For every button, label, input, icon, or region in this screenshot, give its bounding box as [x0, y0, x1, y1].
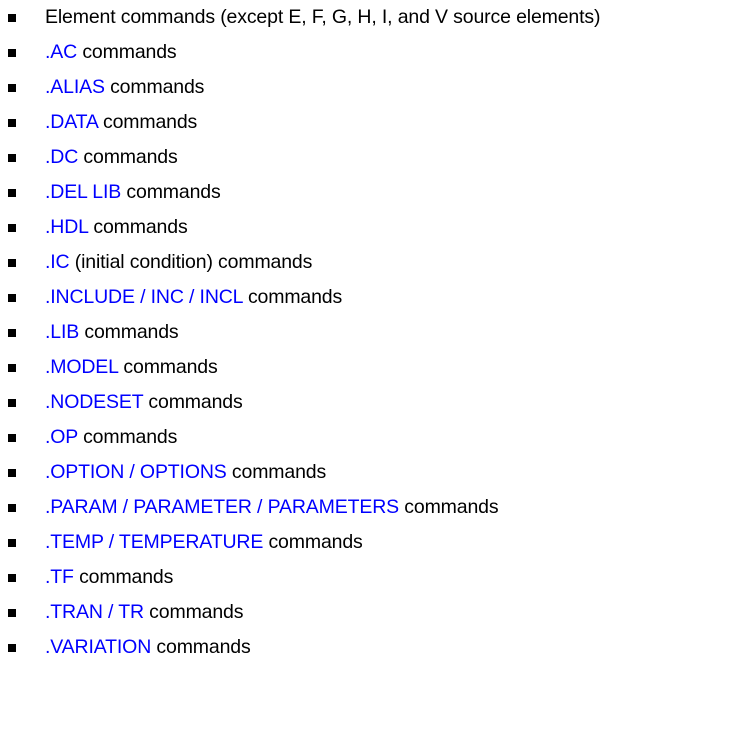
- command-name: .DATA: [45, 111, 98, 133]
- square-bullet-icon: [8, 468, 16, 477]
- command-description: commands: [263, 531, 363, 553]
- list-item-label: .OP commands: [45, 426, 177, 448]
- command-description: Element commands (except E, F, G, H, I, …: [45, 6, 601, 28]
- command-name: .DEL LIB: [45, 181, 122, 203]
- square-bullet-icon: [8, 538, 16, 547]
- list-item-label: .DATA commands: [45, 111, 197, 133]
- list-item-label: .DC commands: [45, 146, 178, 168]
- command-description: commands: [242, 286, 343, 308]
- list-item-9: .LIB commands: [0, 315, 732, 350]
- command-description: commands: [77, 41, 177, 63]
- command-list: Element commands (except E, F, G, H, I, …: [0, 0, 732, 665]
- square-bullet-icon: [8, 643, 16, 652]
- command-description: commands: [226, 461, 327, 483]
- command-description: commands: [399, 496, 499, 518]
- list-item-13: .OPTION / OPTIONS commands: [0, 455, 732, 490]
- command-description: commands: [78, 146, 178, 168]
- list-item-4: .DC commands: [0, 140, 732, 175]
- list-item-16: .TF commands: [0, 560, 732, 595]
- square-bullet-icon: [8, 153, 16, 162]
- list-item-5: .DEL LIB commands: [0, 175, 732, 210]
- command-name: .HDL: [45, 216, 89, 238]
- square-bullet-icon: [8, 188, 16, 197]
- list-item-label: .IC (initial condition) commands: [45, 251, 312, 273]
- list-item-8: .INCLUDE / INC / INCL commands: [0, 280, 732, 315]
- list-item-6: .HDL commands: [0, 210, 732, 245]
- list-item-18: .VARIATION commands: [0, 630, 732, 665]
- command-name: .IC: [45, 251, 70, 273]
- list-item-label: .LIB commands: [45, 321, 179, 343]
- command-name: .LIB: [45, 321, 80, 343]
- square-bullet-icon: [8, 83, 16, 92]
- list-item-label: .NODESET commands: [45, 391, 243, 413]
- list-item-label: .TRAN / TR commands: [45, 601, 243, 623]
- list-item-label: .PARAM / PARAMETER / PARAMETERS commands: [45, 496, 499, 518]
- list-item-2: .ALIAS commands: [0, 70, 732, 105]
- list-item-17: .TRAN / TR commands: [0, 595, 732, 630]
- command-name: .TEMP / TEMPERATURE: [45, 531, 264, 553]
- list-item-label: .INCLUDE / INC / INCL commands: [45, 286, 342, 308]
- list-item-label: .DEL LIB commands: [45, 181, 221, 203]
- command-description: commands: [88, 216, 188, 238]
- square-bullet-icon: [8, 118, 16, 127]
- square-bullet-icon: [8, 503, 16, 512]
- command-name: .PARAM / PARAMETER / PARAMETERS: [45, 496, 399, 518]
- list-item-label: .TF commands: [45, 566, 173, 588]
- command-description: commands: [79, 321, 179, 343]
- command-description: commands: [151, 636, 251, 658]
- command-description: commands: [77, 426, 178, 448]
- command-description: commands: [143, 391, 243, 413]
- command-description: commands: [118, 356, 218, 378]
- command-description: (initial condition) commands: [69, 251, 313, 273]
- command-name: .ALIAS: [45, 76, 105, 98]
- list-item-11: .NODESET commands: [0, 385, 732, 420]
- command-name: .TRAN / TR: [45, 601, 144, 623]
- list-item-15: .TEMP / TEMPERATURE commands: [0, 525, 732, 560]
- list-item-10: .MODEL commands: [0, 350, 732, 385]
- list-item-label: .VARIATION commands: [45, 636, 251, 658]
- square-bullet-icon: [8, 328, 16, 337]
- command-description: commands: [121, 181, 221, 203]
- list-item-label: Element commands (except E, F, G, H, I, …: [45, 6, 600, 28]
- command-description: commands: [97, 111, 198, 133]
- command-name: .OP: [45, 426, 78, 448]
- list-item-7: .IC (initial condition) commands: [0, 245, 732, 280]
- square-bullet-icon: [8, 433, 16, 442]
- list-item-label: .TEMP / TEMPERATURE commands: [45, 531, 363, 553]
- list-item-label: .OPTION / OPTIONS commands: [45, 461, 326, 483]
- command-name: .DC: [45, 146, 79, 168]
- command-name: .OPTION / OPTIONS: [45, 461, 227, 483]
- command-name: .MODEL: [45, 356, 119, 378]
- list-item-0: Element commands (except E, F, G, H, I, …: [0, 0, 732, 35]
- list-item-label: .AC commands: [45, 41, 177, 63]
- list-item-12: .OP commands: [0, 420, 732, 455]
- command-description: commands: [143, 601, 244, 623]
- square-bullet-icon: [8, 608, 16, 617]
- square-bullet-icon: [8, 258, 16, 267]
- square-bullet-icon: [8, 398, 16, 407]
- list-item-label: .HDL commands: [45, 216, 188, 238]
- command-description: commands: [104, 76, 205, 98]
- square-bullet-icon: [8, 13, 16, 22]
- list-item-label: .MODEL commands: [45, 356, 218, 378]
- list-item-label: .ALIAS commands: [45, 76, 204, 98]
- square-bullet-icon: [8, 573, 16, 582]
- list-item-14: .PARAM / PARAMETER / PARAMETERS commands: [0, 490, 732, 525]
- list-item-3: .DATA commands: [0, 105, 732, 140]
- command-name: .AC: [45, 41, 78, 63]
- square-bullet-icon: [8, 363, 16, 372]
- list-item-1: .AC commands: [0, 35, 732, 70]
- command-description: commands: [73, 566, 174, 588]
- command-name: .TF: [45, 566, 74, 588]
- command-name: .NODESET: [45, 391, 144, 413]
- command-name: .VARIATION: [45, 636, 152, 658]
- square-bullet-icon: [8, 293, 16, 302]
- square-bullet-icon: [8, 223, 16, 232]
- command-name: .INCLUDE / INC / INCL: [45, 286, 243, 308]
- square-bullet-icon: [8, 48, 16, 57]
